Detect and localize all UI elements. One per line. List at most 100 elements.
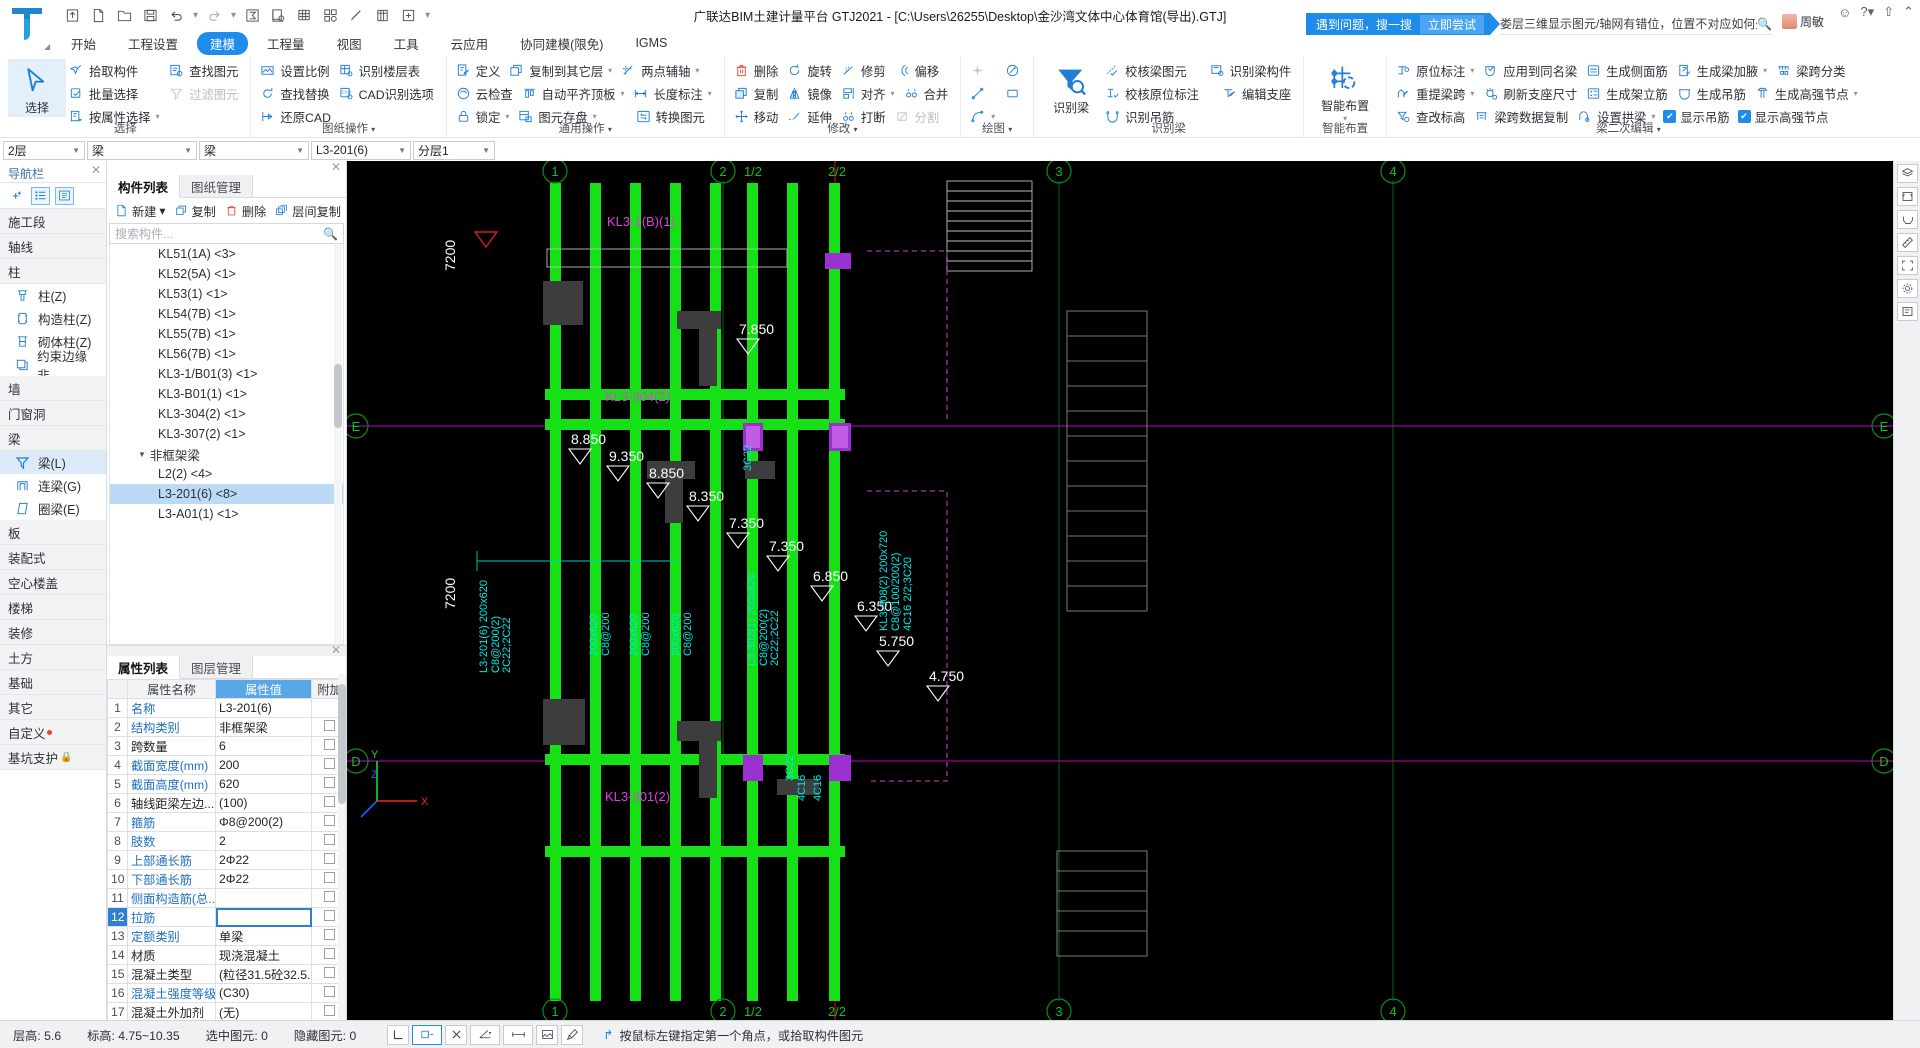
filter-element-button[interactable]: 过滤图元 xyxy=(166,83,244,105)
tab-collab[interactable]: 协同建模(限免) xyxy=(507,32,616,55)
ribbon-group-modify-title[interactable]: 修改 ▾ xyxy=(725,120,960,136)
checkbox-icon[interactable] xyxy=(324,910,335,921)
table-row[interactable]: 10 下部通长筋 2Φ22 xyxy=(107,869,346,889)
nav-category-custom[interactable]: 自定义 xyxy=(0,720,106,745)
list-group[interactable]: ▼ 非框架梁 xyxy=(110,444,343,464)
chevron-down-icon[interactable]: ▾ xyxy=(708,89,712,98)
undo-icon[interactable] xyxy=(166,5,187,26)
tab-view[interactable]: 视图 xyxy=(324,32,375,55)
table-row[interactable]: 13 定额类别 单梁 xyxy=(107,926,346,946)
table-row-selected[interactable]: 12 拉筋 xyxy=(107,907,346,927)
image-icon[interactable] xyxy=(536,1024,559,1045)
checkbox-icon[interactable] xyxy=(324,796,335,807)
refresh-support-size-button[interactable]: 刷新支座尺寸 xyxy=(1480,83,1583,105)
offset-button[interactable]: 偏移 xyxy=(892,60,946,82)
define-button[interactable]: 定义 xyxy=(453,60,507,82)
list-item[interactable]: KL3-304(2) <1> xyxy=(110,404,343,424)
sum-icon[interactable] xyxy=(242,5,263,26)
component-selector[interactable]: L3-201(6) ▼ xyxy=(311,140,411,160)
zoom-fit-icon[interactable] xyxy=(1896,187,1918,206)
list-item[interactable]: L2(2) <4> xyxy=(110,464,343,484)
status-tools[interactable]: ▾ xyxy=(387,1024,584,1045)
help-search-input[interactable]: 娄层三维显示图元/轴网有错位，位置不对应如何处理？ 🔍 xyxy=(1500,13,1772,35)
check-insitu-dim-button[interactable]: 校核原位标注 xyxy=(1102,83,1205,105)
nav-category-foundation[interactable]: 基础 xyxy=(0,670,106,695)
row-value[interactable]: (C30) xyxy=(215,983,312,1003)
chevron-down-icon[interactable]: ▾ xyxy=(695,66,699,75)
list-item[interactable]: KL3-1/B01(3) <1> xyxy=(110,364,343,384)
tab-project-settings[interactable]: 工程设置 xyxy=(115,32,191,55)
table-row[interactable]: 2 结构类别 非框架梁 xyxy=(107,717,346,737)
help-icon[interactable]: ?▾ xyxy=(1860,4,1874,20)
properties-tabs[interactable]: 属性列表 图层管理 xyxy=(107,656,346,679)
save-icon[interactable] xyxy=(140,5,161,26)
promo-try-button[interactable]: 立即尝试 xyxy=(1419,14,1484,34)
floor-selector[interactable]: 2层 ▼ xyxy=(3,140,85,160)
component-actions[interactable]: 新建 ▾ 复制 删除 层间复制 ▸▸ xyxy=(107,198,363,223)
list-item[interactable]: KL51(1A) <3> xyxy=(110,244,343,264)
row-value[interactable]: 2Φ22 xyxy=(215,850,312,870)
list-item[interactable]: KL56(7B) <1> xyxy=(110,344,343,364)
checkbox-icon[interactable] xyxy=(324,853,335,864)
help-search-promo[interactable]: 遇到问题，搜一搜 立即尝试 xyxy=(1305,13,1501,35)
row-value[interactable]: 2Φ22 xyxy=(215,869,312,889)
row-value[interactable]: 非框架梁 xyxy=(215,717,312,737)
checkbox-icon[interactable] xyxy=(324,777,335,788)
ribbon-group-beam-secondary-title[interactable]: 梁二次编辑 ▾ xyxy=(1387,120,1870,136)
chevron-down-icon[interactable]: ▾ xyxy=(1854,89,1858,98)
span-classification-button[interactable]: 梁跨分类 xyxy=(1773,60,1851,82)
re-span-button[interactable]: 重提梁跨 ▾ xyxy=(1393,83,1480,105)
nav-category-stair[interactable]: 楼梯 xyxy=(0,595,106,620)
chevron-down-icon[interactable]: ▾ xyxy=(1763,66,1767,75)
search-icon[interactable]: 🔍 xyxy=(1757,17,1772,31)
tab-igms[interactable]: IGMS xyxy=(622,34,680,52)
note-icon[interactable] xyxy=(1896,302,1918,321)
row-value[interactable]: (无) xyxy=(215,1002,312,1020)
upload-icon[interactable] xyxy=(62,5,83,26)
gen-haunch-button[interactable]: 生成梁加腋 ▾ xyxy=(1674,60,1774,82)
close-icon[interactable]: ✕ xyxy=(331,160,341,174)
measure-icon[interactable] xyxy=(346,5,367,26)
dim-icon[interactable] xyxy=(503,1024,534,1045)
table-row[interactable]: 5 截面高度(mm) 620 xyxy=(107,774,346,794)
nav-category-door-window[interactable]: 门窗洞 xyxy=(0,401,106,426)
mirror-button[interactable]: 镜像 xyxy=(784,83,838,105)
gen-erection-rebar-button[interactable]: 生成架立筋 xyxy=(1583,83,1674,105)
redo-caret-icon[interactable]: ▾ xyxy=(230,10,237,21)
new-icon[interactable] xyxy=(88,5,109,26)
row-value[interactable] xyxy=(215,888,312,908)
sidebar-item-ring-beam[interactable]: 圈梁(E) xyxy=(0,497,106,520)
tab-drawing-management[interactable]: 图纸管理 xyxy=(180,175,254,197)
drawing-canvas[interactable]: 7.850 8.850 9.350 8.850 8.350 7.350 7.35… xyxy=(347,161,1893,1020)
insitu-dim-button[interactable]: 原位标注 ▾ xyxy=(1393,60,1480,82)
checkbox-icon[interactable] xyxy=(324,834,335,845)
list-item-selected[interactable]: L3-201(6) <8> xyxy=(110,484,343,504)
scrollbar-thumb[interactable] xyxy=(334,364,342,428)
sidebar-item-edge-member[interactable]: 约束边缘非... xyxy=(0,350,106,383)
chevron-down-icon[interactable]: ▼ xyxy=(138,450,146,459)
search-icon[interactable]: 🔍 xyxy=(323,227,338,241)
subcategory-selector[interactable]: 梁 ▼ xyxy=(199,140,309,160)
ribbon-group-common-ops-title[interactable]: 通用操作 ▾ xyxy=(447,120,724,136)
check-beam-element-button[interactable]: 校核梁图元 xyxy=(1102,60,1193,82)
row-value[interactable]: 620 xyxy=(215,774,312,794)
gen-hanger-button[interactable]: 生成吊筋 xyxy=(1674,83,1752,105)
draw-line-button[interactable] xyxy=(967,83,992,105)
navigation-toolbar[interactable] xyxy=(0,183,106,209)
sidebar-item-column[interactable]: 柱(Z) xyxy=(0,284,106,307)
table-row[interactable]: 3 跨数量 6 xyxy=(107,736,346,756)
find-element-button[interactable]: 查找图元 xyxy=(166,60,244,82)
row-value[interactable]: L3-201(6) xyxy=(215,698,312,718)
cloud-check-button[interactable]: 云检查 xyxy=(453,83,519,105)
checkbox-icon[interactable] xyxy=(324,948,335,959)
table-icon[interactable] xyxy=(294,5,315,26)
properties-scrollbar[interactable] xyxy=(338,674,346,1020)
checkbox-icon[interactable] xyxy=(324,891,335,902)
window-controls[interactable]: ☺ ?▾ ⇧ ⌃ xyxy=(1838,4,1914,20)
tab-component-list[interactable]: 构件列表 xyxy=(107,175,181,198)
draw-rect-button[interactable] xyxy=(1002,83,1027,105)
report-icon[interactable] xyxy=(268,5,289,26)
gen-side-rebar-button[interactable]: 生成侧面筋 xyxy=(1583,60,1674,82)
user-chip[interactable]: 周敏 xyxy=(1781,13,1824,30)
sidebar-item-beam[interactable]: 梁(L) xyxy=(0,451,106,474)
